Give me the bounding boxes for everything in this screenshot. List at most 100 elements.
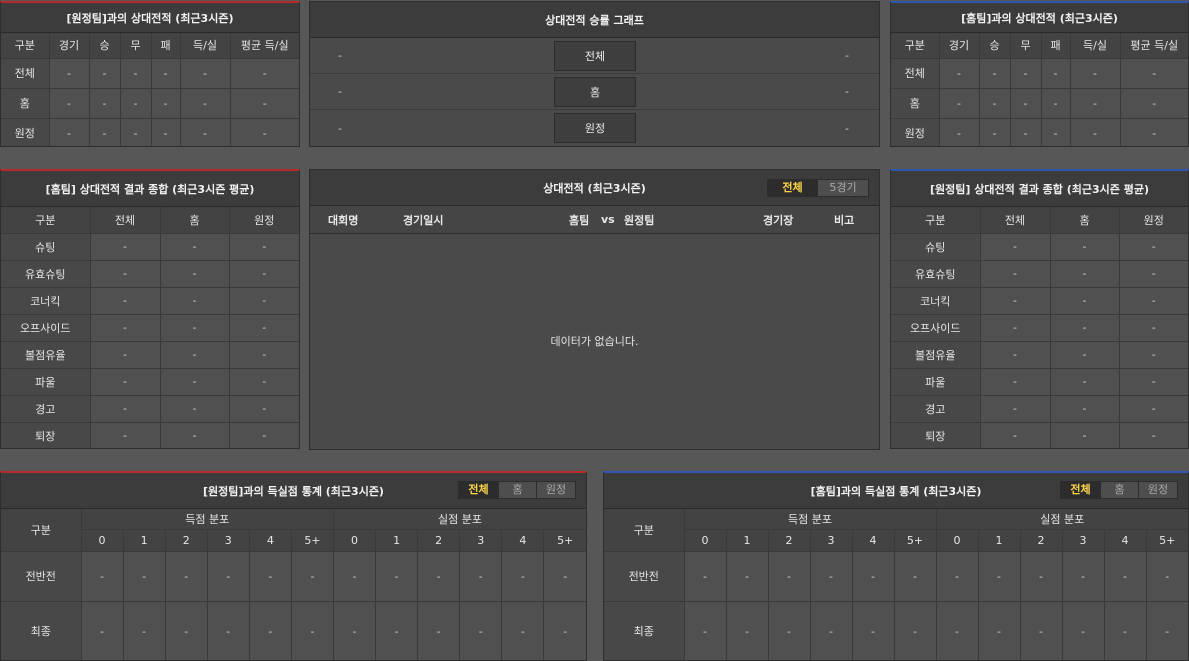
cell: - [980, 395, 1051, 423]
row-label: 경고 [1, 395, 91, 423]
col-header: 구분 [604, 509, 685, 552]
graph-row: - 원정 - [310, 110, 879, 146]
table-row: 경고 - - - [891, 395, 1188, 423]
cell: - [1050, 395, 1120, 423]
col-header: 득/실 [180, 33, 231, 59]
cell: - [1050, 341, 1120, 369]
cell: - [980, 368, 1051, 396]
col-header: 구분 [1, 509, 82, 552]
bucket-header: 1 [123, 529, 166, 552]
cell: - [501, 601, 545, 660]
cell: - [229, 260, 299, 288]
cell: - [49, 58, 90, 89]
cell: - [90, 287, 161, 315]
cell: - [501, 551, 545, 602]
cell: - [1070, 58, 1121, 89]
toggle-home[interactable]: 홈 [499, 482, 537, 498]
table-row: 최종 - - - - - - - - - - - - [1, 601, 586, 660]
cell: - [980, 233, 1051, 261]
summary-home-title: [홈팀] 상대전적 결과 종합 (최근3시즌 평균) [1, 171, 299, 207]
goals-away-toggle: 전체 홈 원정 [458, 481, 576, 499]
table-row: 전반전 - - - - - - - - - - - - [1, 551, 586, 602]
toggle-all[interactable]: 전체 [768, 180, 818, 196]
cell: - [939, 58, 980, 89]
toggle-away[interactable]: 원정 [1139, 482, 1177, 498]
goals-away-title: [원정팀]과의 득실점 통계 (최근3시즌) [203, 484, 384, 498]
row-label: 퇴장 [1, 422, 91, 448]
cell: - [684, 601, 727, 660]
col-header: 전체 [90, 207, 161, 234]
row-label: 전체 [1, 58, 50, 89]
bucket-header: 4 [249, 529, 292, 552]
h2h-away-panel: [원정팀]과의 상대전적 (최근3시즌) 구분 경기 승 무 패 득/실 평균 … [0, 1, 300, 147]
table-row: 볼점유율 - - - [891, 341, 1188, 369]
table-row: 코너킥 - - - [891, 287, 1188, 315]
cell: - [165, 551, 208, 602]
goals-home-title: [홈팀]과의 득실점 통계 (최근3시즌) [810, 484, 982, 498]
toggle-all[interactable]: 전체 [459, 482, 499, 498]
col-header: 구분 [891, 33, 940, 59]
cell: - [81, 551, 124, 602]
cell: - [229, 341, 299, 369]
table-row: 홈 - - - - - - [891, 88, 1188, 119]
bucket-header: 2 [1020, 529, 1063, 552]
bucket-header: 2 [768, 529, 811, 552]
cell: - [1010, 118, 1042, 146]
match-list-columns: 대회명 경기일시 홈팀 vs 원정팀 경기장 비고 [310, 206, 879, 234]
cell: - [90, 395, 161, 423]
row-label: 슈팅 [891, 233, 981, 261]
cell: - [375, 551, 419, 602]
row-label: 유효슈팅 [1, 260, 91, 288]
graph-right-value: - [845, 85, 849, 98]
row-label: 슈팅 [1, 233, 91, 261]
cell: - [1120, 58, 1188, 89]
cell: - [230, 88, 299, 119]
cell: - [207, 601, 250, 660]
cell: - [230, 58, 299, 89]
toggle-away[interactable]: 원정 [537, 482, 575, 498]
goals-away-header: [원정팀]과의 득실점 통계 (최근3시즌) 전체 홈 원정 [1, 473, 586, 509]
col-away-team: 원정팀 [624, 213, 655, 227]
table-row: 퇴장 - - - [891, 422, 1188, 448]
cell: - [810, 601, 853, 660]
col-header: 평균 득/실 [1120, 33, 1188, 59]
col-header: 홈 [1050, 207, 1120, 234]
cell: - [160, 422, 230, 448]
col-league: 대회명 [328, 213, 359, 227]
row-label: 코너킥 [1, 287, 91, 315]
cell: - [160, 395, 230, 423]
cell: - [852, 551, 895, 602]
cell: - [151, 58, 181, 89]
goals-away-table: 구분 득점 분포 실점 분포 0 1 2 3 4 5+ 0 1 2 3 4 5+… [1, 509, 586, 660]
cell: - [89, 58, 121, 89]
toggle-all[interactable]: 전체 [1061, 482, 1101, 498]
cell: - [810, 551, 853, 602]
summary-home-table: 구분 전체 홈 원정 슈팅 - - - 유효슈팅 - - - 코너킥 - - - 오프사이드 - - -… [1, 207, 299, 448]
match-list-title: 상대전적 (최근3시즌) [543, 181, 646, 195]
bucket-header: 3 [207, 529, 250, 552]
cell: - [1010, 58, 1042, 89]
cell: - [160, 260, 230, 288]
cell: - [160, 341, 230, 369]
bucket-header: 2 [165, 529, 208, 552]
graph-right-value: - [845, 49, 849, 62]
toggle-home[interactable]: 홈 [1101, 482, 1139, 498]
cell: - [180, 88, 231, 119]
scored-header: 득점 분포 [81, 509, 334, 530]
table-row: 퇴장 - - - [1, 422, 299, 448]
cell: - [230, 118, 299, 146]
cell: - [1119, 422, 1188, 448]
table-row: 슈팅 - - - [891, 233, 1188, 261]
bucket-header: 4 [1104, 529, 1147, 552]
cell: - [1050, 233, 1120, 261]
bucket-header: 5+ [1146, 529, 1188, 552]
toggle-5-games[interactable]: 5경기 [818, 180, 868, 196]
cell: - [1062, 601, 1105, 660]
row-label: 오프사이드 [1, 314, 91, 342]
h2h-away-title: [원정팀]과의 상대전적 (최근3시즌) [1, 3, 299, 33]
bucket-header: 0 [684, 529, 727, 552]
cell: - [120, 88, 152, 119]
cell: - [333, 601, 377, 660]
goals-home-panel: [홈팀]과의 득실점 통계 (최근3시즌) 전체 홈 원정 구분 득점 분포 실… [603, 471, 1189, 661]
cell: - [1010, 88, 1042, 119]
